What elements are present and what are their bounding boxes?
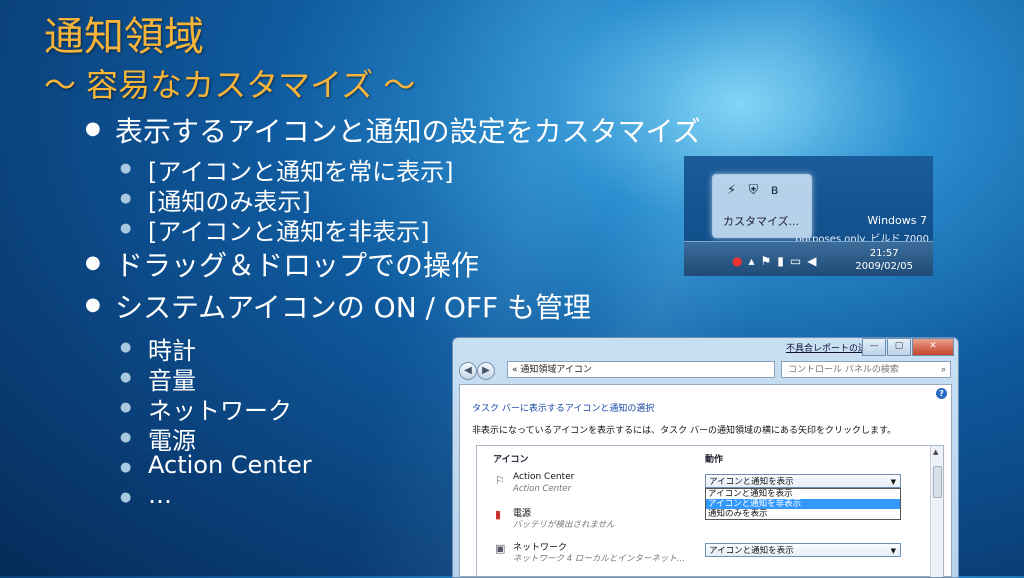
bullet-drag-drop: ドラッグ＆ドロップでの操作 bbox=[85, 244, 479, 284]
option-show[interactable]: アイコンと通知を表示 bbox=[706, 489, 900, 499]
alert-icon[interactable]: ● bbox=[732, 254, 748, 268]
sub-bullet-hide: [アイコンと通知を非表示] bbox=[120, 212, 429, 247]
action-select[interactable]: アイコンと通知を表示 ▼ bbox=[705, 474, 901, 488]
dropdown-options: アイコンと通知を表示 アイコンと通知を非表示 通知のみを表示 bbox=[705, 488, 901, 520]
sub-bullet-action-center: Action Center bbox=[120, 451, 312, 479]
chevron-down-icon: ▼ bbox=[890, 547, 896, 555]
back-button[interactable]: ◀ bbox=[459, 362, 477, 380]
flag-icon: ⚐ bbox=[495, 474, 505, 487]
navigation-bar: ◀ ▶ « 通知領域アイコン コントロール パネルの検索 ⌕ bbox=[459, 360, 952, 380]
row-sub: バッテリが検出されません bbox=[513, 520, 615, 530]
scrollbar[interactable]: ▲ bbox=[930, 446, 943, 577]
page-description: 非表示になっているアイコンを表示するには、タスク バーの通知領域の横にある矢印を… bbox=[472, 426, 897, 436]
search-icon[interactable]: ⌕ bbox=[941, 362, 946, 379]
chevron-down-icon: ▼ bbox=[890, 478, 896, 486]
shield-icon[interactable]: ⛨ bbox=[749, 183, 759, 198]
row-name: Action Center bbox=[513, 472, 575, 482]
scroll-thumb[interactable] bbox=[933, 466, 942, 498]
overflow-popup: ⚡ ⛨ ʙ カスタマイズ... bbox=[712, 174, 812, 238]
content-pane: ? タスク バーに表示するアイコンと通知の選択 非表示になっているアイコンを表示… bbox=[459, 384, 952, 577]
bullet-system-icons: システムアイコンの ON / OFF も管理 bbox=[85, 286, 591, 326]
clock[interactable]: 21:57 2009/02/05 bbox=[855, 247, 913, 273]
sub-bullet-ellipsis: … bbox=[120, 481, 172, 509]
search-input[interactable]: コントロール パネルの検索 ⌕ bbox=[781, 361, 951, 378]
icon-list: アイコン 動作 ⚐ Action Center Action Center アイ… bbox=[476, 445, 944, 577]
power-icon[interactable]: ▮ bbox=[777, 254, 790, 268]
page-heading: タスク バーに表示するアイコンと通知の選択 bbox=[472, 404, 655, 414]
slide-title: 通知領域 bbox=[44, 14, 204, 60]
row-sub: Action Center bbox=[513, 484, 572, 494]
clock-time: 21:57 bbox=[869, 248, 899, 259]
row-sub: ネットワーク 4 ローカルとインターネット... bbox=[513, 554, 685, 564]
help-icon[interactable]: ? bbox=[936, 388, 947, 399]
customize-link[interactable]: カスタマイズ... bbox=[723, 213, 799, 229]
taskbar-screenshot: Windows 7 purposes only. ビルド 7000 ⚡ ⛨ ʙ … bbox=[684, 156, 933, 276]
option-notify-only[interactable]: 通知のみを表示 bbox=[706, 509, 900, 519]
select-value: アイコンと通知を表示 bbox=[709, 546, 794, 556]
clock-date: 2009/02/05 bbox=[855, 261, 913, 272]
option-hide[interactable]: アイコンと通知を非表示 bbox=[706, 499, 900, 509]
tray-icons: ●▴⚑▮▭◀ bbox=[732, 254, 822, 268]
bluetooth-icon[interactable]: ʙ bbox=[771, 183, 779, 198]
close-button[interactable]: ✕ bbox=[912, 338, 954, 356]
flag-icon[interactable]: ⚑ bbox=[761, 254, 778, 268]
taskbar: ●▴⚑▮▭◀ 21:57 2009/02/05 bbox=[684, 241, 933, 276]
minimize-button[interactable]: — bbox=[862, 338, 886, 356]
maximize-button[interactable]: ▢ bbox=[887, 338, 911, 356]
watermark-line1: Windows 7 bbox=[867, 214, 927, 227]
column-icon: アイコン bbox=[493, 455, 529, 465]
scroll-up-icon[interactable]: ▲ bbox=[933, 448, 938, 456]
action-select[interactable]: アイコンと通知を表示 ▼ bbox=[705, 543, 901, 557]
forward-button[interactable]: ▶ bbox=[477, 362, 495, 380]
address-bar[interactable]: « 通知領域アイコン bbox=[507, 361, 775, 378]
volume-icon[interactable]: ◀ bbox=[807, 254, 822, 268]
notification-icons-window: 不具合レポートの送信 — ▢ ✕ ◀ ▶ « 通知領域アイコン コントロール パ… bbox=[452, 337, 959, 578]
show-hidden-arrow-icon[interactable]: ▴ bbox=[748, 254, 760, 268]
network-icon[interactable]: ▭ bbox=[790, 254, 807, 268]
column-action: 動作 bbox=[705, 455, 724, 465]
window-controls: — ▢ ✕ bbox=[862, 338, 954, 356]
network-icon: ▣ bbox=[495, 542, 506, 555]
bullet-customize: 表示するアイコンと通知の設定をカスタマイズ bbox=[85, 110, 701, 150]
select-value: アイコンと通知を表示 bbox=[709, 477, 794, 487]
slide-subtitle: ～ 容易なカスタマイズ ～ bbox=[44, 66, 416, 104]
power-icon: ▮ bbox=[495, 508, 502, 521]
overflow-icons: ⚡ ⛨ ʙ bbox=[727, 183, 778, 198]
search-placeholder: コントロール パネルの検索 bbox=[788, 365, 899, 375]
monitor-icon[interactable]: ⚡ bbox=[727, 183, 736, 198]
